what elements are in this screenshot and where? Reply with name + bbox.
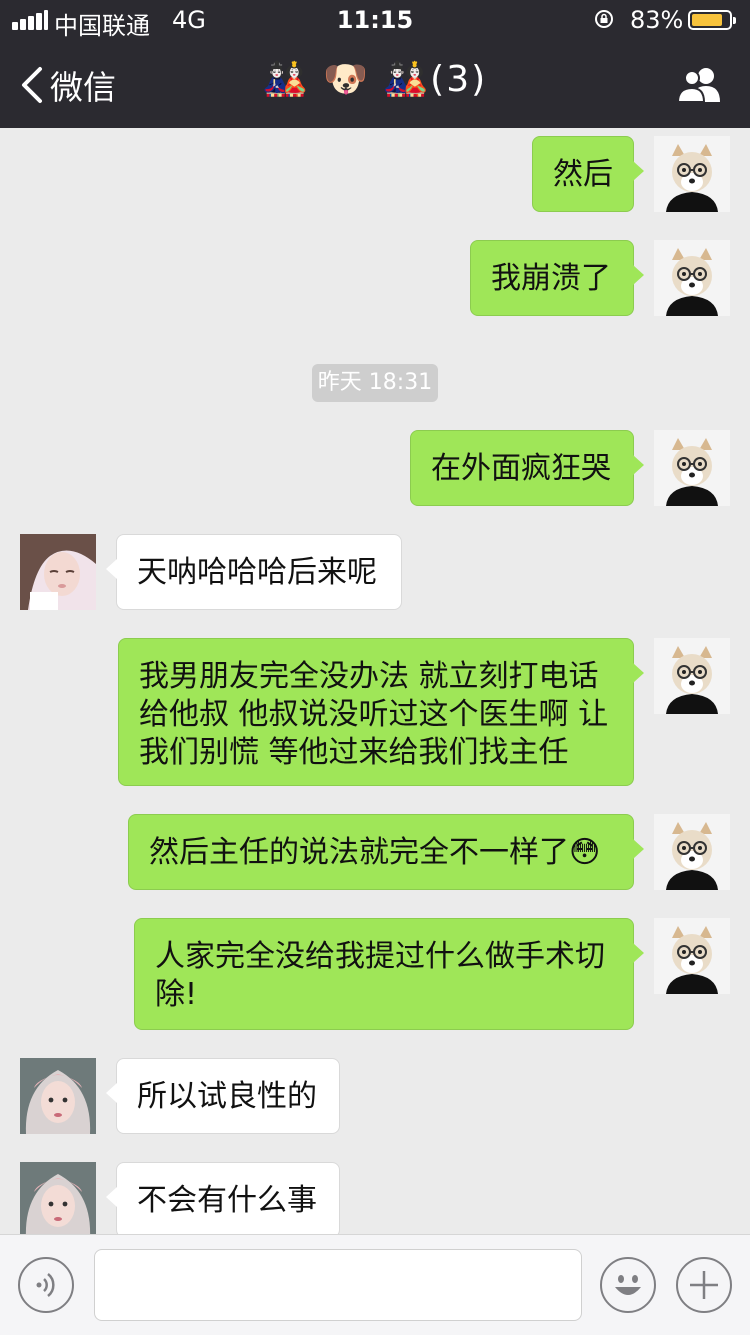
contact-avatar[interactable] [20,534,96,610]
chat-timestamp: 昨天 18:31 [312,364,438,402]
status-bar: 中国联通 4G 11:15 83% [0,0,750,40]
message-bubble[interactable]: 我崩溃了 [470,240,644,316]
my-avatar[interactable] [654,918,730,994]
my-avatar[interactable] [654,430,730,506]
message-bubble[interactable]: 不会有什么事 [106,1162,340,1234]
contact-avatar[interactable] [20,1162,96,1234]
emoji-icon [615,1275,641,1295]
message-bubble[interactable]: 然后 [532,136,644,212]
message-bubble[interactable]: 在外面疯狂哭 [410,430,644,506]
my-avatar[interactable] [654,814,730,890]
message-bubble[interactable]: 然后主任的说法就完全不一样了😳 [128,814,644,890]
message-bubble[interactable]: 所以试良性的 [106,1058,340,1134]
input-bar [0,1234,750,1335]
more-button[interactable] [676,1257,732,1313]
message-input[interactable] [94,1249,582,1321]
group-members-icon[interactable] [676,64,724,104]
battery-icon [688,10,736,30]
plus-icon [690,1271,718,1299]
message-bubble[interactable]: 天呐哈哈哈后来呢 [106,534,402,610]
message-bubble[interactable]: 我男朋友完全没办法 就立刻打电话给他叔 他叔说没听过这个医生啊 让我们别慌 等他… [118,638,644,786]
emoji-button[interactable] [600,1257,656,1313]
battery-percent: 83% [630,6,684,34]
chat-title: 🎎 🐶 🎎(3) [262,59,488,100]
chat-area[interactable]: 然后 我崩溃了 昨天 18:31 在外面疯狂哭 天呐哈哈哈后来呢 我男朋友完全没… [0,128,750,1234]
nav-bar: 微信 🎎 🐶 🎎(3) [0,40,750,128]
voice-icon [36,1273,55,1297]
top-bar: 中国联通 4G 11:15 83% 微信 🎎 🐶 🎎(3) [0,0,750,128]
my-avatar[interactable] [654,240,730,316]
rotation-lock-icon [595,10,613,28]
my-avatar[interactable] [654,136,730,212]
my-avatar[interactable] [654,638,730,714]
voice-button[interactable] [18,1257,74,1313]
message-bubble[interactable]: 人家完全没给我提过什么做手术切除! [134,918,644,1030]
contact-avatar[interactable] [20,1058,96,1134]
